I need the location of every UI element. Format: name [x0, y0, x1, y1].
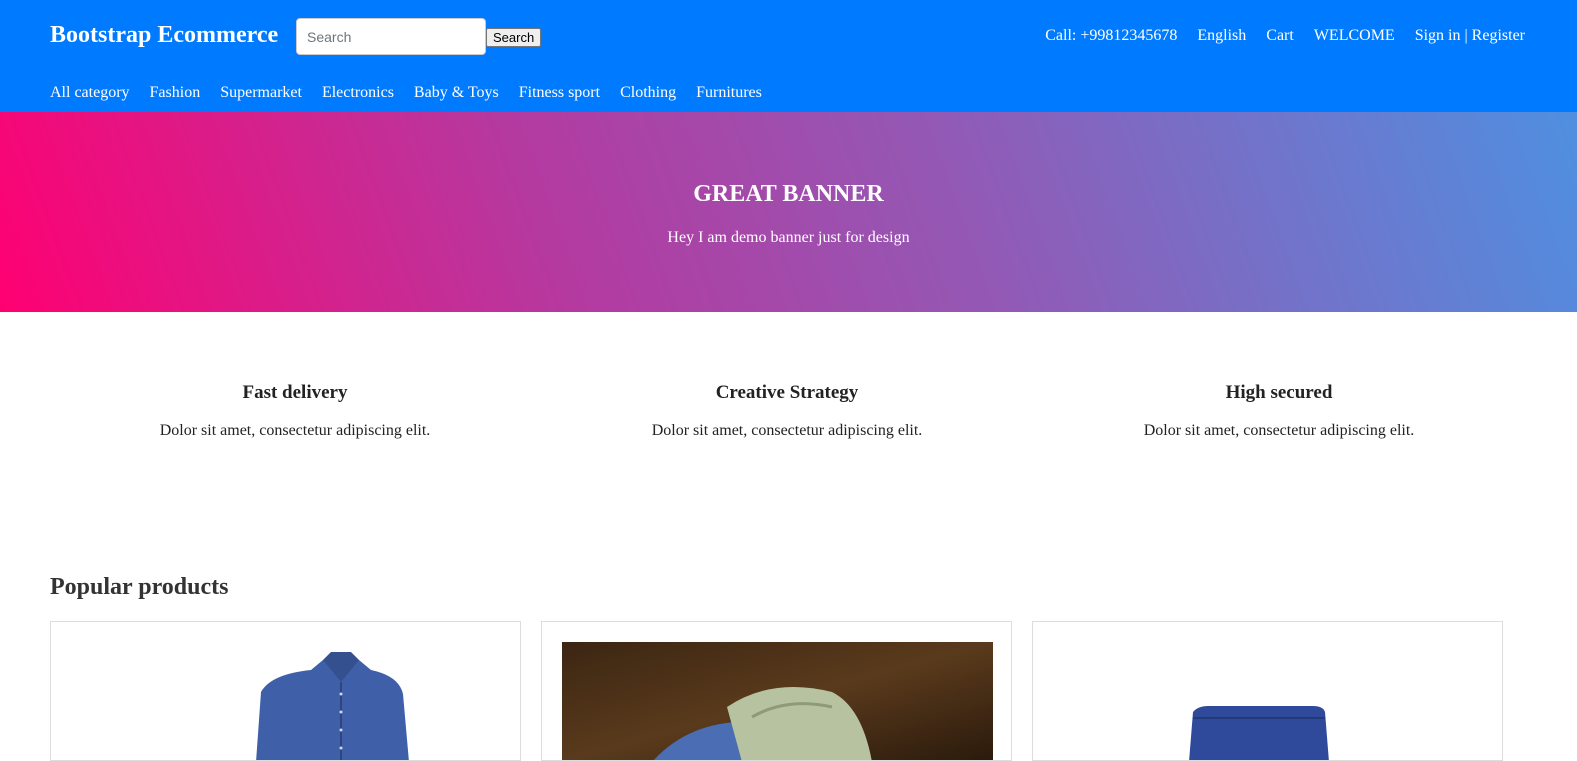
top-nav: Call: +99812345678 English Cart WELCOME … — [1045, 27, 1525, 45]
feature-title: Fast delivery — [242, 382, 348, 403]
category-supermarket[interactable]: Supermarket — [220, 84, 302, 102]
feature-creative-strategy: Creative Strategy Dolor sit amet, consec… — [542, 382, 1032, 440]
product-grid — [50, 621, 1503, 761]
feature-text: Dolor sit amet, consectetur adipiscing e… — [1143, 422, 1415, 439]
shirt-image[interactable] — [51, 622, 521, 761]
feature-title: High secured — [1225, 382, 1333, 403]
welcome-text: WELCOME — [1313, 27, 1395, 44]
brand-logo[interactable]: Bootstrap Ecommerce — [50, 22, 278, 49]
search-input[interactable] — [296, 18, 486, 55]
banner-title: GREAT BANNER — [693, 181, 884, 207]
features-section: Fast delivery Dolor sit amet, consectetu… — [0, 312, 1577, 582]
language-link[interactable]: English — [1197, 27, 1246, 45]
category-furnitures[interactable]: Furnitures — [696, 84, 762, 102]
feature-text: Dolor sit amet, consectetur adipiscing e… — [651, 422, 923, 439]
product-card[interactable] — [1032, 621, 1503, 761]
call-link[interactable]: Call: +99812345678 — [1045, 27, 1177, 45]
category-clothing[interactable]: Clothing — [620, 84, 676, 102]
category-electronics[interactable]: Electronics — [322, 84, 394, 102]
cart-link[interactable]: Cart — [1266, 27, 1294, 45]
category-fitness-sport[interactable]: Fitness sport — [519, 84, 600, 102]
popular-products-title: Popular products — [50, 574, 229, 600]
product-card[interactable] — [541, 621, 1012, 761]
sign-in-register-link[interactable]: Sign in | Register — [1415, 27, 1525, 45]
banner-subtitle: Hey I am demo banner just for design — [667, 229, 910, 246]
search-form: Search — [296, 18, 542, 55]
category-fashion[interactable]: Fashion — [150, 84, 201, 102]
header: Bootstrap Ecommerce Search Call: +998123… — [0, 0, 1577, 112]
feature-high-secured: High secured Dolor sit amet, consectetur… — [1034, 382, 1524, 440]
feature-text: Dolor sit amet, consectetur adipiscing e… — [159, 422, 431, 439]
search-button[interactable]: Search — [486, 28, 542, 47]
feature-title: Creative Strategy — [715, 382, 859, 403]
category-nav: All category Fashion Supermarket Electro… — [50, 84, 762, 102]
product-card[interactable] — [50, 621, 521, 761]
category-baby-toys[interactable]: Baby & Toys — [414, 84, 499, 102]
hero-banner: GREAT BANNER Hey I am demo banner just f… — [0, 112, 1577, 312]
feature-fast-delivery: Fast delivery Dolor sit amet, consectetu… — [50, 382, 540, 440]
category-all[interactable]: All category — [50, 84, 130, 102]
jeans-icon — [1189, 706, 1329, 760]
shoes-image[interactable] — [542, 622, 1012, 761]
jeans-image[interactable] — [1033, 622, 1503, 761]
shirt-icon — [256, 652, 409, 760]
